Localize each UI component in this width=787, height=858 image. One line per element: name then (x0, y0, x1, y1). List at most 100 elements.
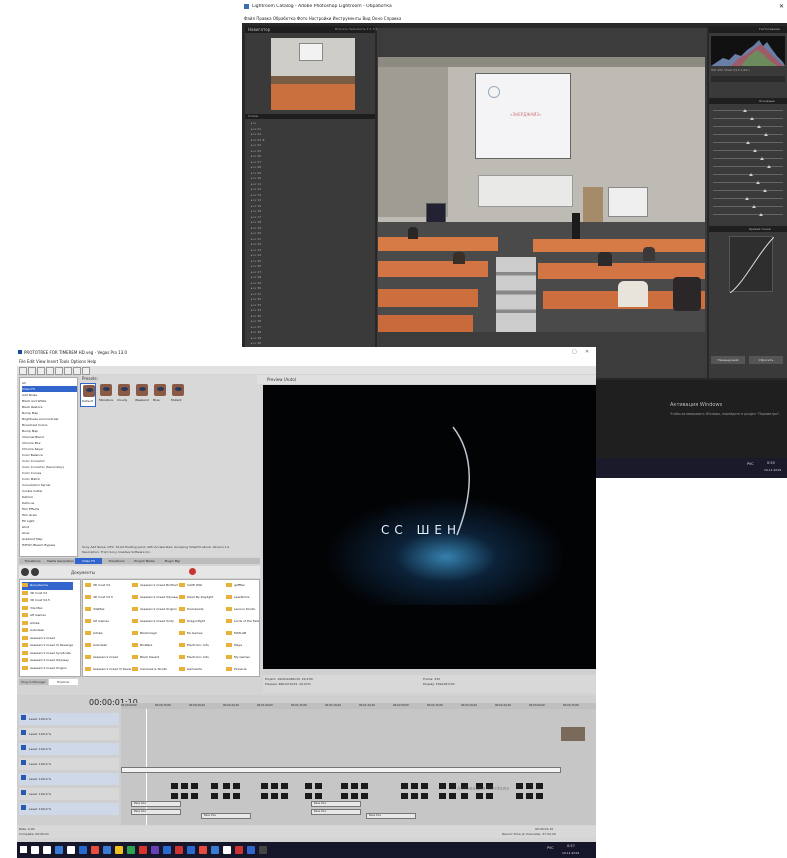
lr-slider-knob[interactable] (756, 180, 760, 184)
vg-explorer-file[interactable]: Assassin's Creed Unity (132, 619, 178, 623)
vg-explorer-file[interactable]: My Games (226, 655, 259, 659)
vg-explorer-file[interactable]: Blackmagic (132, 631, 178, 635)
timeline-clip-block[interactable] (439, 793, 446, 799)
vg-explorer-tree-item[interactable]: Assassin's Creed IV Revenge (22, 642, 73, 650)
vg-clip-blocks[interactable]: Bass 01a Bass 01a Bass 01a Bass 01a Bass 01a… (121, 709, 596, 825)
lr-slider-knob[interactable] (750, 116, 754, 120)
timeline-clip-block[interactable] (461, 793, 468, 799)
timeline-clip-block[interactable] (211, 783, 218, 789)
vg-window-tab[interactable]: Media Generators (47, 558, 74, 564)
lr-tone-curve-graph[interactable] (729, 236, 774, 293)
taskbar-app-icon[interactable] (247, 846, 255, 854)
vg-explorer-file[interactable]: Downloads (179, 607, 225, 611)
taskbar-app-icon[interactable] (151, 846, 159, 854)
vg-explorer-tree-item[interactable]: 3D Coat V4 (22, 590, 73, 598)
timeline-clip-block[interactable] (351, 783, 358, 789)
taskbar-app-icon[interactable] (187, 846, 195, 854)
audio-clip[interactable]: Bass 01a (131, 809, 181, 815)
lr-slider[interactable] (713, 156, 783, 160)
lr-prev-button[interactable]: Предыдущий (711, 356, 745, 364)
taskbar-app-icon[interactable] (163, 846, 171, 854)
timeline-clip-block[interactable] (486, 793, 493, 799)
lr-slider[interactable] (713, 180, 783, 184)
back-icon[interactable] (21, 568, 29, 576)
vg-explorer-file[interactable]: MATLAB (226, 631, 259, 635)
timeline-clip-block[interactable] (341, 783, 348, 789)
timeline-clip-block[interactable] (191, 783, 198, 789)
lr-slider-knob[interactable] (764, 132, 768, 136)
timeline-clip-block[interactable] (401, 793, 408, 799)
forward-icon[interactable] (31, 568, 39, 576)
lr-slider-knob[interactable] (767, 164, 771, 168)
vg-window-tab[interactable]: Transitions (19, 558, 46, 564)
taskbar-app-icon[interactable] (103, 846, 111, 854)
vg-fx-preset[interactable]: Blue (152, 383, 168, 407)
vg-explorer-file[interactable]: CAVE Wiki (179, 583, 225, 587)
vg-minimize-icon[interactable]: ▢ (572, 349, 577, 355)
vg-explorer-file[interactable]: Electronic Arts (179, 643, 225, 647)
timeline-clip-block[interactable] (439, 783, 446, 789)
lr-slider-knob[interactable] (746, 140, 750, 144)
taskbar-app-icon[interactable] (91, 846, 99, 854)
vg-explorer-file[interactable]: Black Desert (132, 655, 178, 659)
vg-explorer-file[interactable]: 3D Coat V4.5 (85, 595, 131, 599)
timeline-clip-block[interactable] (411, 783, 418, 789)
taskbar-app-icon[interactable] (175, 846, 183, 854)
vg-window-tab[interactable]: Plugin Mgr (159, 558, 186, 564)
lr-main-photo[interactable]: «ЭНЕРДЖАЙЗ» (378, 57, 705, 332)
timeline-clip-block[interactable] (315, 783, 322, 789)
vg-explorer-file[interactable]: 3D Coat V4 (85, 583, 131, 587)
record-icon[interactable] (189, 568, 196, 575)
timeline-clip-block[interactable] (361, 793, 368, 799)
lr-slider-knob[interactable] (749, 172, 753, 176)
lr-navigator-thumbnail[interactable] (271, 38, 355, 110)
vg-explorer-file[interactable]: Dead By Daylight (179, 595, 225, 599)
vg-explorer-file[interactable]: Assassin's Creed IV Revenge (85, 667, 131, 671)
lr-slider[interactable] (713, 132, 783, 136)
lr-slider-knob[interactable] (760, 156, 764, 160)
vg-bottom-tab[interactable]: Plug-In Manager (19, 679, 48, 685)
lr-slider-knob[interactable] (763, 188, 767, 192)
audio-clip[interactable]: Bass 01a (131, 801, 181, 807)
taskbar-app-icon[interactable] (43, 846, 51, 854)
vg-explorer-file[interactable]: 3dsMax (85, 607, 131, 611)
vg-fx-preset[interactable]: Miniature (98, 383, 114, 407)
taskbar-app-icon[interactable] (55, 846, 63, 854)
lr-slider-knob[interactable] (743, 108, 747, 112)
vg-explorer-tree-item[interactable]: Assassin's Creed (22, 635, 73, 643)
timeline-clip-block[interactable] (281, 783, 288, 789)
audio-clip[interactable]: Bass 01a (201, 813, 251, 819)
timeline-clip-block[interactable] (526, 793, 533, 799)
vg-explorer-file[interactable]: Dragonfight (179, 619, 225, 623)
vg-explorer-file[interactable]: gaffiter (226, 583, 259, 587)
timeline-clip-block[interactable] (516, 793, 523, 799)
taskbar-app-icon[interactable] (115, 846, 123, 854)
lr-slider-knob[interactable] (745, 196, 749, 200)
vg-explorer-tree-item[interactable]: Assassin's Creed Odyssey (22, 657, 73, 665)
vg-explorer-file[interactable]: Cameras & Studio (132, 667, 178, 671)
timeline-clip-block[interactable] (536, 783, 543, 789)
timeline-clip-block[interactable] (361, 783, 368, 789)
timeline-clip-block[interactable] (449, 793, 456, 799)
vg-explorer-file[interactable]: GameArts (179, 667, 225, 671)
lr-close-icon[interactable]: ✕ (779, 3, 784, 10)
timeline-clip-block[interactable] (271, 793, 278, 799)
taskbar-app-icon[interactable] (31, 846, 39, 854)
taskbar-app-icon[interactable] (67, 846, 75, 854)
vg-explorer-tree-item[interactable]: 3ds Max (22, 605, 73, 613)
vg-preview-mode[interactable]: Preview (Auto) (267, 377, 296, 382)
vg-window-tab[interactable]: Transitions (103, 558, 130, 564)
taskbar-app-icon[interactable] (223, 846, 231, 854)
timeline-clip-block[interactable] (315, 793, 322, 799)
timeline-clip-block[interactable] (261, 793, 268, 799)
taskbar-app-icon[interactable] (235, 846, 243, 854)
vg-bottom-tab[interactable]: Explorer (49, 679, 78, 685)
vg-fx-preset[interactable]: Weekend (134, 383, 150, 407)
timeline-clip-block[interactable] (411, 793, 418, 799)
timeline-clip-block[interactable] (271, 783, 278, 789)
lr-slider[interactable] (713, 124, 783, 128)
vg-taskbar-apps[interactable] (31, 844, 291, 856)
lr-slider[interactable] (713, 116, 783, 120)
vg-window-tab[interactable]: Project Media (131, 558, 158, 564)
vg-explorer-tree-item[interactable]: Autodesk (22, 627, 73, 635)
